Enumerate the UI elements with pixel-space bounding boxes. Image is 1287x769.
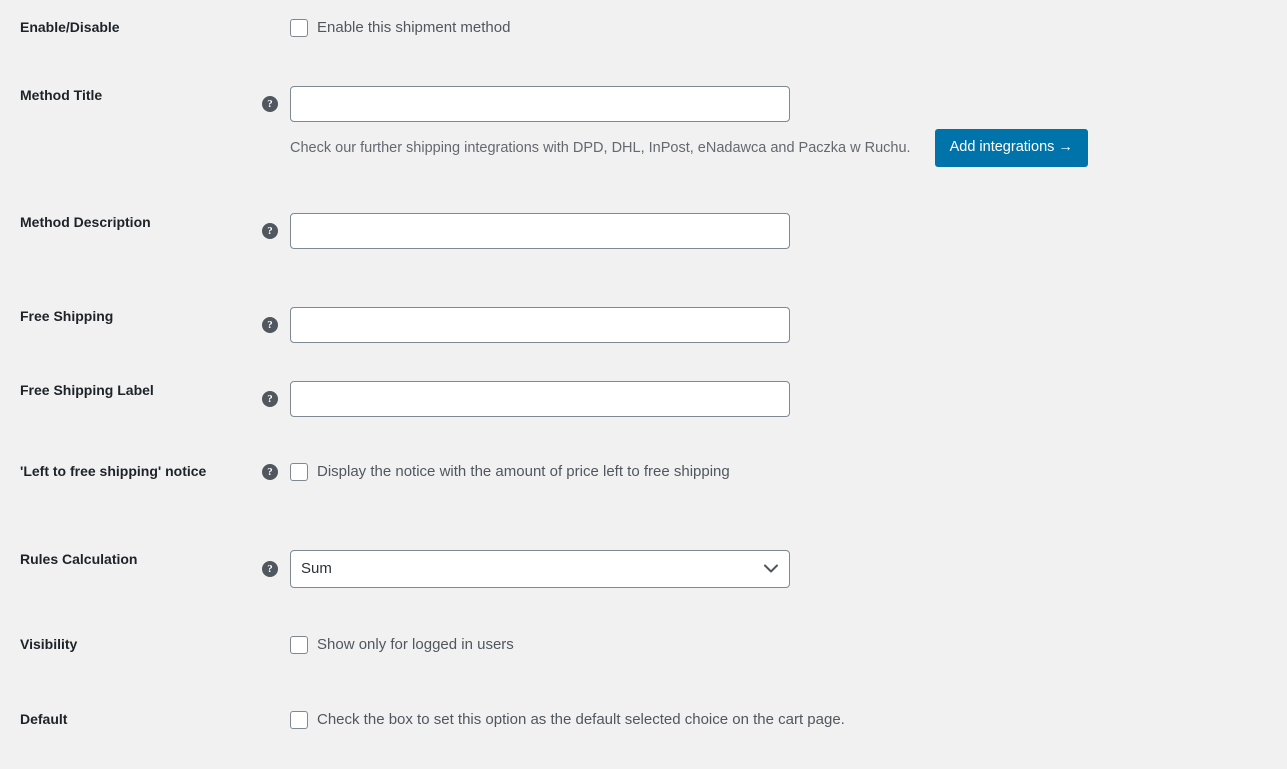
field-rules-calculation: ? Sum — [262, 550, 1287, 588]
label-free-shipping: Free Shipping — [20, 308, 114, 324]
help-icon[interactable]: ? — [262, 317, 278, 333]
checkbox-enable-shipment-method-wrapper[interactable]: Enable this shipment method — [290, 18, 510, 38]
label-default: Default — [20, 711, 68, 727]
label-method-description: Method Description — [20, 214, 151, 230]
field-method-description: ? — [262, 213, 1287, 249]
free-shipping-input[interactable] — [290, 307, 790, 343]
row-free-shipping: Free Shipping ? — [0, 307, 1287, 343]
help-icon[interactable]: ? — [262, 223, 278, 239]
checkbox-show-logged-in[interactable] — [290, 636, 308, 654]
label-free-shipping-label: Free Shipping Label — [20, 382, 154, 398]
field-left-to-free-shipping-notice: ? Display the notice with the amount of … — [262, 462, 1287, 482]
row-enable-disable: Enable/Disable Enable this shipment meth… — [0, 18, 1287, 38]
help-icon[interactable]: ? — [262, 96, 278, 112]
checkbox-enable-shipment-method-label[interactable]: Enable this shipment method — [317, 18, 510, 38]
shipping-method-settings-form: Enable/Disable Enable this shipment meth… — [0, 0, 1287, 769]
help-icon[interactable]: ? — [262, 464, 278, 480]
field-free-shipping: ? — [262, 307, 1287, 343]
method-title-description-line: Check our further shipping integrations … — [290, 129, 1230, 167]
checkbox-enable-shipment-method[interactable] — [290, 19, 308, 37]
method-description-input[interactable] — [290, 213, 790, 249]
free-shipping-label-input[interactable] — [290, 381, 790, 417]
field-visibility: Show only for logged in users — [290, 635, 1287, 655]
field-enable-disable: Enable this shipment method — [290, 18, 1287, 38]
field-free-shipping-label: ? — [262, 381, 1287, 417]
row-default: Default Check the box to set this option… — [0, 710, 1287, 730]
help-icon[interactable]: ? — [262, 391, 278, 407]
rules-calculation-select-wrapper[interactable]: Sum — [290, 550, 790, 588]
label-method-title: Method Title — [20, 87, 103, 103]
field-default: Check the box to set this option as the … — [290, 710, 1287, 730]
row-left-to-free-shipping-notice: 'Left to free shipping' notice ? Display… — [0, 462, 1287, 482]
row-method-description: Method Description ? — [0, 213, 1287, 249]
label-visibility: Visibility — [20, 636, 78, 652]
add-integrations-button[interactable]: Add integrations → — [934, 129, 1088, 167]
label-rules-calculation: Rules Calculation — [20, 551, 138, 567]
help-icon[interactable]: ? — [262, 561, 278, 577]
row-free-shipping-label: Free Shipping Label ? — [0, 381, 1287, 417]
row-visibility: Visibility Show only for logged in users — [0, 635, 1287, 655]
integrations-description: Check our further shipping integrations … — [290, 139, 911, 156]
label-enable-disable: Enable/Disable — [20, 19, 120, 35]
checkbox-default-choice-wrapper[interactable]: Check the box to set this option as the … — [290, 710, 845, 730]
row-method-title: Method Title ? Check our further shippin… — [0, 86, 1287, 167]
checkbox-show-logged-in-wrapper[interactable]: Show only for logged in users — [290, 635, 514, 655]
checkbox-default-choice-label[interactable]: Check the box to set this option as the … — [317, 710, 845, 730]
method-title-input[interactable] — [290, 86, 790, 122]
rules-calculation-select[interactable]: Sum — [290, 550, 790, 588]
checkbox-display-notice-wrapper[interactable]: Display the notice with the amount of pr… — [290, 462, 730, 482]
field-method-title: ? Check our further shipping integration… — [262, 86, 1287, 167]
checkbox-default-choice[interactable] — [290, 711, 308, 729]
label-left-to-free-shipping-notice: 'Left to free shipping' notice — [20, 463, 207, 479]
checkbox-display-notice[interactable] — [290, 463, 308, 481]
checkbox-show-logged-in-label[interactable]: Show only for logged in users — [317, 635, 514, 655]
row-rules-calculation: Rules Calculation ? Sum — [0, 550, 1287, 588]
checkbox-display-notice-label[interactable]: Display the notice with the amount of pr… — [317, 462, 730, 482]
